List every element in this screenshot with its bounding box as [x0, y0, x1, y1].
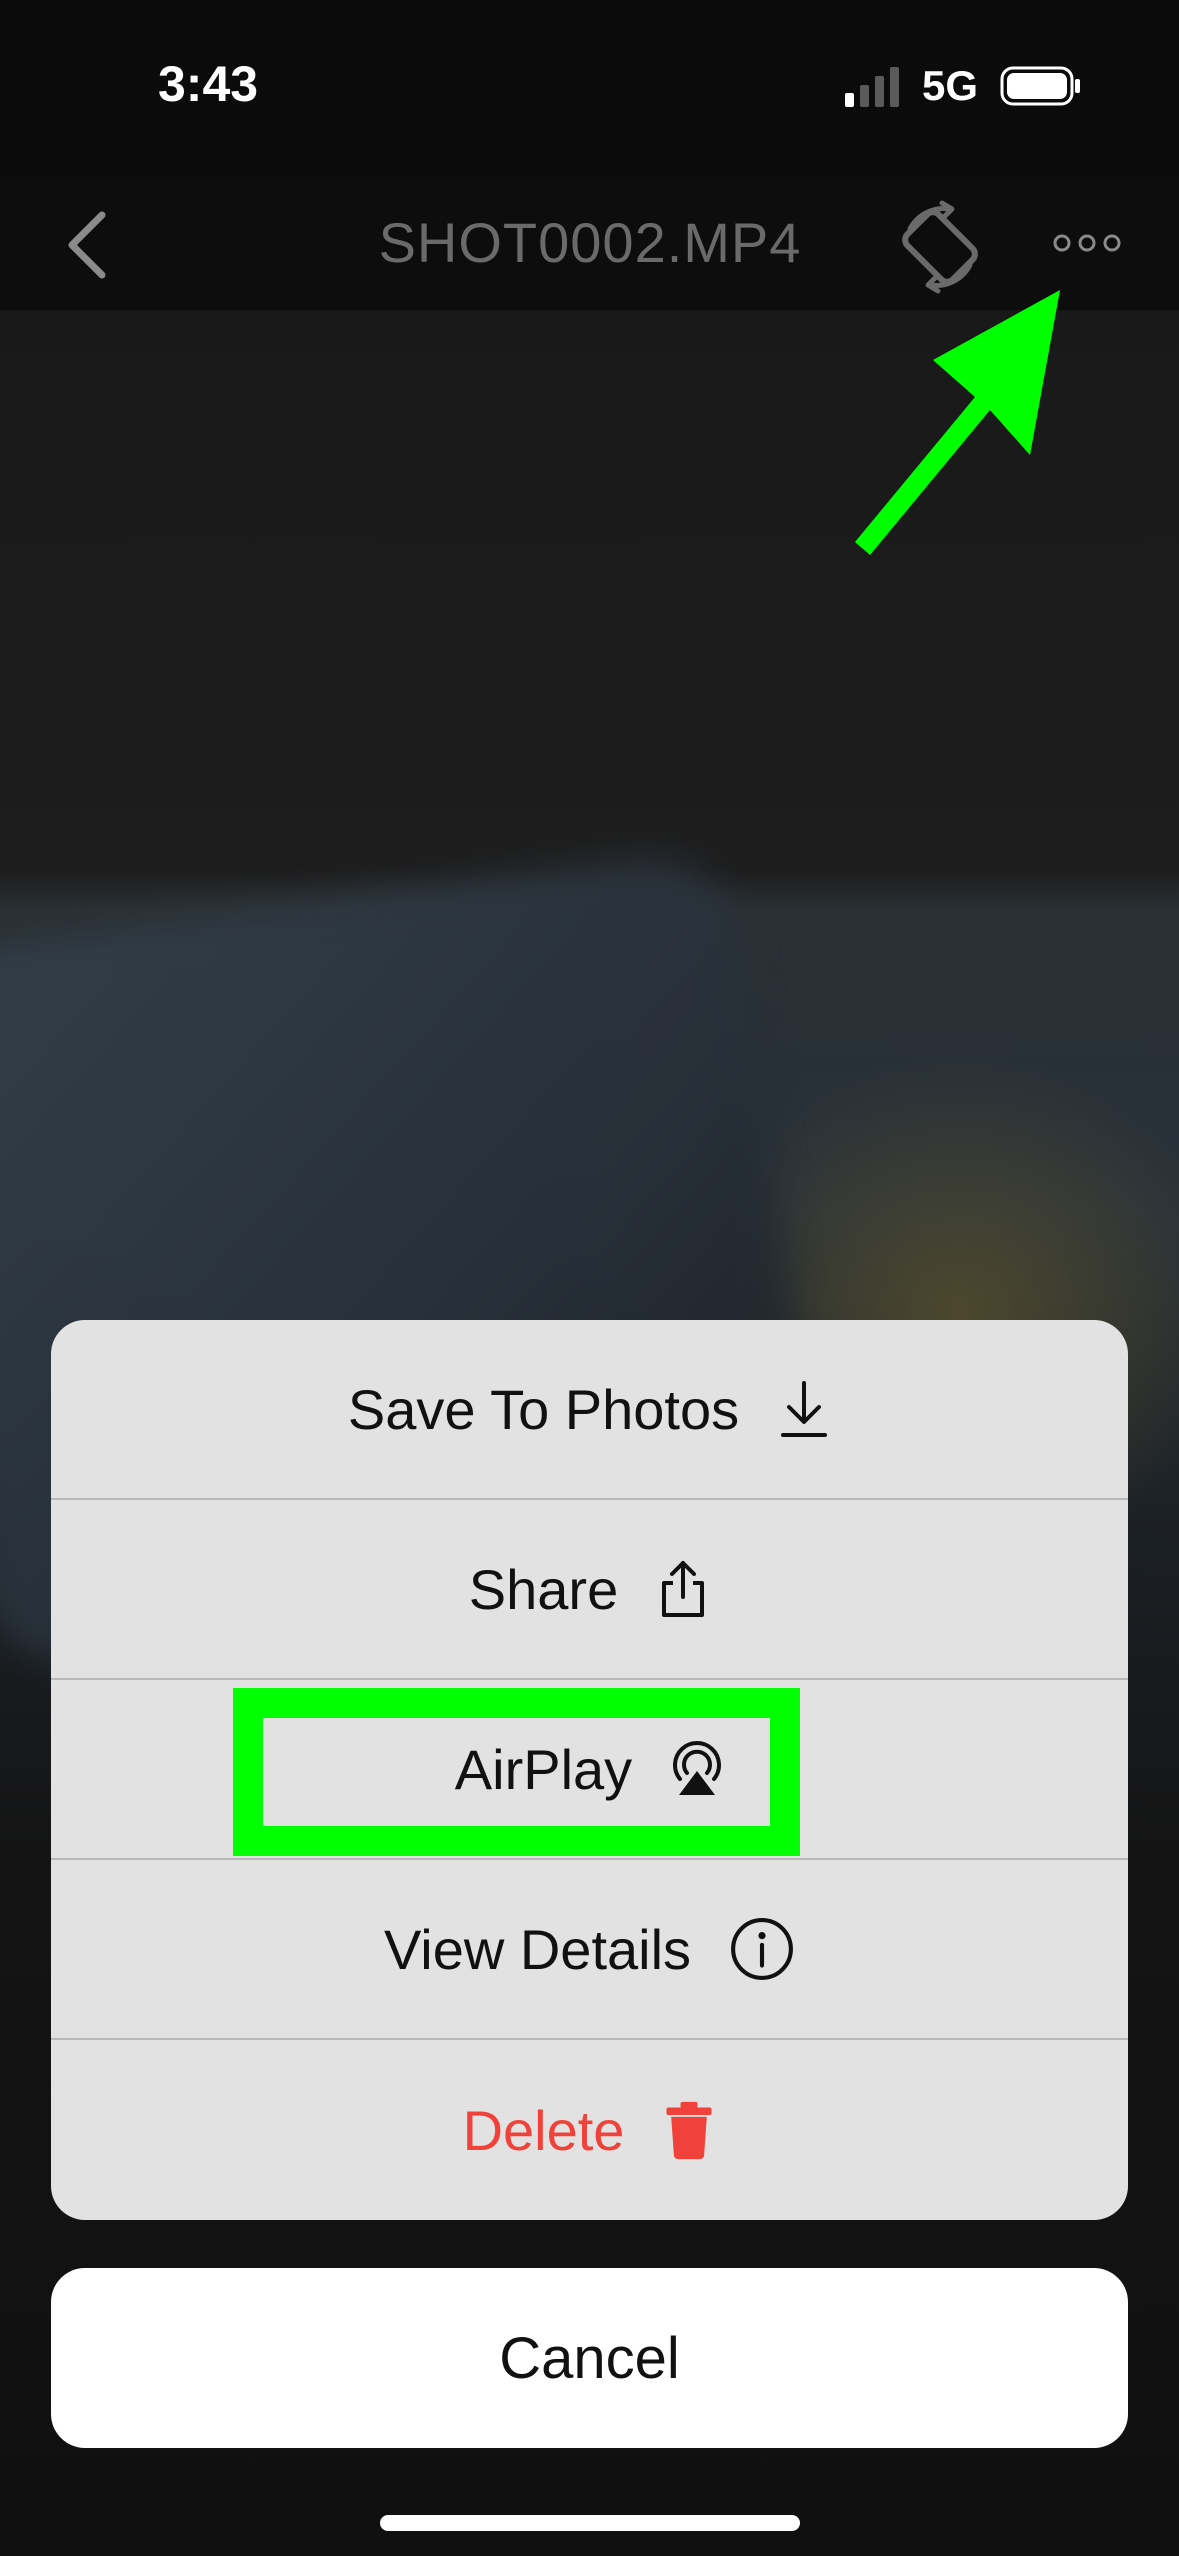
airplay-label: AirPlay [454, 1737, 633, 1801]
battery-icon [1000, 66, 1080, 106]
chevron-left-icon[interactable] [60, 205, 120, 285]
delete-label: Delete [462, 2098, 625, 2162]
download-icon [781, 1381, 828, 1437]
status-time: 3:43 [158, 56, 259, 112]
action-sheet: Save To Photos Share AirPlay View Detail… [51, 1320, 1128, 2220]
share-icon [662, 1561, 705, 1617]
view-details-button[interactable]: View Details [51, 1860, 1128, 2040]
airplay-icon [673, 1741, 722, 1795]
trash-icon [666, 2101, 712, 2160]
airplay-button[interactable]: AirPlay [51, 1680, 1128, 1860]
cellular-signal-icon [845, 67, 899, 107]
save-to-photos-button[interactable]: Save To Photos [51, 1320, 1128, 1500]
share-label: Share [468, 1557, 619, 1621]
view-details-label: View Details [383, 1917, 692, 1981]
info-icon [731, 1918, 793, 1980]
cancel-button[interactable]: Cancel [51, 2268, 1128, 2448]
ellipsis-icon[interactable] [1052, 225, 1122, 261]
save-to-photos-label: Save To Photos [347, 1377, 740, 1441]
status-bar: 3:43 5G [0, 0, 1179, 175]
home-indicator [380, 2515, 800, 2531]
page-title: SHOT0002.MP4 [378, 211, 802, 274]
network-label: 5G [922, 62, 979, 109]
delete-button[interactable]: Delete [51, 2040, 1128, 2220]
share-button[interactable]: Share [51, 1500, 1128, 1680]
annotation-arrow-icon [855, 290, 1060, 555]
